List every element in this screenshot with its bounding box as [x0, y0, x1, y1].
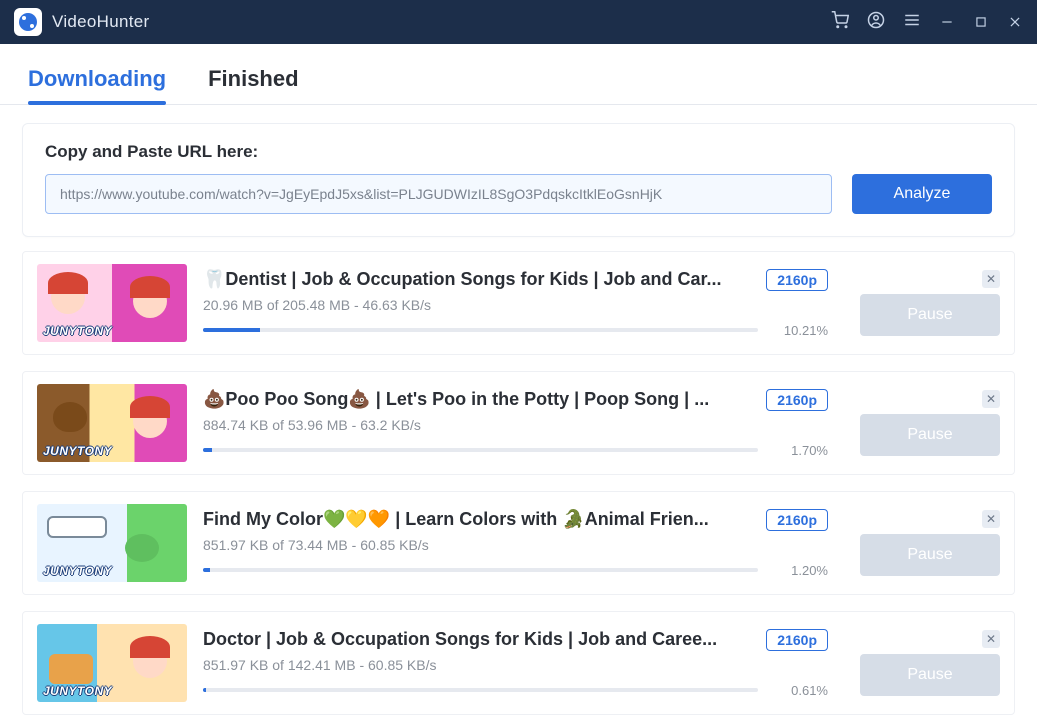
video-title: Find My Color💚💛🧡 | Learn Colors with 🐊An…: [203, 509, 752, 530]
quality-badge: 2160p: [766, 629, 828, 651]
video-title: Doctor | Job & Occupation Songs for Kids…: [203, 629, 752, 650]
progress-fill: [203, 688, 206, 692]
video-title: 🦷Dentist | Job & Occupation Songs for Ki…: [203, 269, 752, 290]
tab-finished[interactable]: Finished: [208, 66, 298, 104]
video-thumbnail: JUNYTONY: [37, 264, 187, 342]
progress-bar: [203, 568, 758, 572]
account-icon[interactable]: [867, 11, 885, 34]
thumb-brand: JUNYTONY: [43, 684, 112, 698]
download-row: JUNYTONY 💩Poo Poo Song💩 | Let's Poo in t…: [22, 371, 1015, 475]
pause-button[interactable]: Pause: [860, 414, 1000, 456]
url-label: Copy and Paste URL here:: [45, 142, 992, 162]
remove-button[interactable]: ✕: [982, 630, 1000, 648]
download-row: JUNYTONY Find My Color💚💛🧡 | Learn Colors…: [22, 491, 1015, 595]
video-thumbnail: JUNYTONY: [37, 624, 187, 702]
quality-badge: 2160p: [766, 509, 828, 531]
remove-button[interactable]: ✕: [982, 510, 1000, 528]
remove-button[interactable]: ✕: [982, 390, 1000, 408]
thumb-brand: JUNYTONY: [43, 444, 112, 458]
cart-icon[interactable]: [831, 11, 849, 34]
menu-icon[interactable]: [903, 11, 921, 34]
tab-downloading[interactable]: Downloading: [28, 66, 166, 104]
quality-badge: 2160p: [766, 269, 828, 291]
download-row: JUNYTONY 🦷Dentist | Job & Occupation Son…: [22, 251, 1015, 355]
pause-button[interactable]: Pause: [860, 654, 1000, 696]
progress-percent: 1.20%: [772, 563, 828, 578]
url-card: Copy and Paste URL here: Analyze: [22, 123, 1015, 237]
maximize-icon[interactable]: [973, 14, 989, 30]
quality-badge: 2160p: [766, 389, 828, 411]
download-list: JUNYTONY 🦷Dentist | Job & Occupation Son…: [0, 251, 1037, 715]
progress-percent: 1.70%: [772, 443, 828, 458]
download-stats: 884.74 KB of 53.96 MB - 63.2 KB/s: [203, 417, 828, 433]
minimize-icon[interactable]: [939, 14, 955, 30]
titlebar-icons: [831, 11, 1023, 34]
pause-button[interactable]: Pause: [860, 534, 1000, 576]
download-stats: 20.96 MB of 205.48 MB - 46.63 KB/s: [203, 297, 828, 313]
video-thumbnail: JUNYTONY: [37, 384, 187, 462]
remove-button[interactable]: ✕: [982, 270, 1000, 288]
pause-button[interactable]: Pause: [860, 294, 1000, 336]
download-stats: 851.97 KB of 142.41 MB - 60.85 KB/s: [203, 657, 828, 673]
tabs: Downloading Finished: [0, 44, 1037, 105]
thumb-brand: JUNYTONY: [43, 324, 112, 338]
progress-fill: [203, 448, 212, 452]
progress-bar: [203, 688, 758, 692]
analyze-button[interactable]: Analyze: [852, 174, 992, 214]
thumb-brand: JUNYTONY: [43, 564, 112, 578]
progress-fill: [203, 328, 260, 332]
app-logo: [14, 8, 42, 36]
progress-fill: [203, 568, 210, 572]
progress-bar: [203, 328, 758, 332]
download-row: JUNYTONY Doctor | Job & Occupation Songs…: [22, 611, 1015, 715]
progress-percent: 0.61%: [772, 683, 828, 698]
url-input[interactable]: [45, 174, 832, 214]
titlebar: VideoHunter: [0, 0, 1037, 44]
progress-bar: [203, 448, 758, 452]
progress-percent: 10.21%: [772, 323, 828, 338]
video-title: 💩Poo Poo Song💩 | Let's Poo in the Potty …: [203, 389, 752, 410]
video-thumbnail: JUNYTONY: [37, 504, 187, 582]
close-window-icon[interactable]: [1007, 14, 1023, 30]
download-stats: 851.97 KB of 73.44 MB - 60.85 KB/s: [203, 537, 828, 553]
app-title: VideoHunter: [52, 12, 150, 32]
